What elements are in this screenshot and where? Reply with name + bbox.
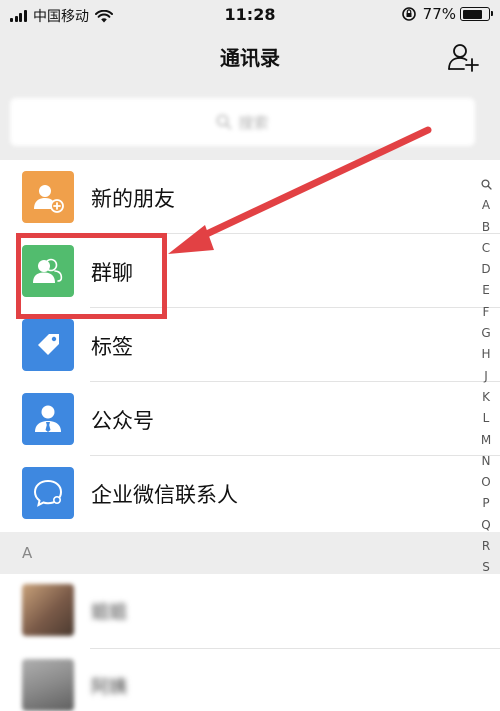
- page-title: 通讯录: [220, 46, 280, 70]
- status-bar: 中国移动 11:28 77%: [0, 0, 500, 30]
- contact-name: 姐姐: [91, 602, 127, 623]
- search-placeholder: 搜索: [238, 113, 269, 132]
- index-letter-m[interactable]: M: [478, 430, 494, 451]
- index-letter-j[interactable]: J: [478, 366, 494, 387]
- index-letter-k[interactable]: K: [478, 387, 494, 408]
- contact-row[interactable]: 姐姐: [0, 574, 500, 649]
- list-item-label: 新的朋友: [91, 187, 175, 211]
- index-letter-p[interactable]: P: [478, 493, 494, 514]
- index-letter-q[interactable]: Q: [478, 515, 494, 536]
- index-letter-n[interactable]: N: [478, 451, 494, 472]
- avatar: [22, 659, 74, 711]
- index-search-icon[interactable]: [478, 174, 494, 195]
- index-letter-c[interactable]: C: [478, 238, 494, 259]
- index-letter-e[interactable]: E: [478, 280, 494, 301]
- alphabet-index[interactable]: ABCDEFGHJKLMNOPQRS: [478, 174, 494, 579]
- function-list: 新的朋友 群聊 标签 公众号 企业微信联系人: [0, 160, 500, 532]
- list-item-new-friends[interactable]: 新的朋友: [0, 160, 500, 234]
- avatar: [22, 584, 74, 636]
- contact-name: 阿姨: [91, 677, 127, 698]
- battery-fill: [462, 9, 482, 19]
- index-letter-s[interactable]: S: [478, 557, 494, 578]
- index-letter-f[interactable]: F: [478, 302, 494, 323]
- index-letter-h[interactable]: H: [478, 344, 494, 365]
- battery-percent: 77%: [422, 5, 456, 23]
- list-item-label: 标签: [91, 335, 133, 359]
- section-header: A: [0, 532, 500, 574]
- official-account-icon: [22, 393, 74, 445]
- highlight-box: [16, 233, 167, 319]
- work-contact-icon: [22, 467, 74, 519]
- contact-list: 姐姐 阿姨: [0, 574, 500, 711]
- list-item-official-accounts[interactable]: 公众号: [0, 382, 500, 456]
- list-item-label: 企业微信联系人: [91, 483, 238, 507]
- index-letter-a[interactable]: A: [478, 195, 494, 216]
- section-letter: A: [22, 544, 33, 562]
- search-icon: [217, 114, 232, 130]
- list-item-work-contacts[interactable]: 企业微信联系人: [0, 456, 500, 530]
- status-right: 77%: [401, 5, 493, 23]
- tag-icon: [22, 319, 74, 371]
- search-area: 搜索: [0, 86, 500, 160]
- battery-icon: [460, 7, 493, 21]
- rotation-lock-icon: [401, 7, 416, 21]
- add-contact-icon[interactable]: [446, 40, 480, 74]
- index-letter-d[interactable]: D: [478, 259, 494, 280]
- index-letter-g[interactable]: G: [478, 323, 494, 344]
- new-friend-icon: [22, 171, 74, 223]
- search-input[interactable]: 搜索: [10, 98, 475, 146]
- nav-bar: 通讯录: [0, 30, 500, 86]
- index-letter-o[interactable]: O: [478, 472, 494, 493]
- contact-row[interactable]: 阿姨: [0, 649, 500, 711]
- index-letter-l[interactable]: L: [478, 408, 494, 429]
- index-letter-r[interactable]: R: [478, 536, 494, 557]
- list-item-tags[interactable]: 标签: [0, 308, 500, 382]
- list-item-label: 公众号: [91, 409, 154, 433]
- index-letter-b[interactable]: B: [478, 217, 494, 238]
